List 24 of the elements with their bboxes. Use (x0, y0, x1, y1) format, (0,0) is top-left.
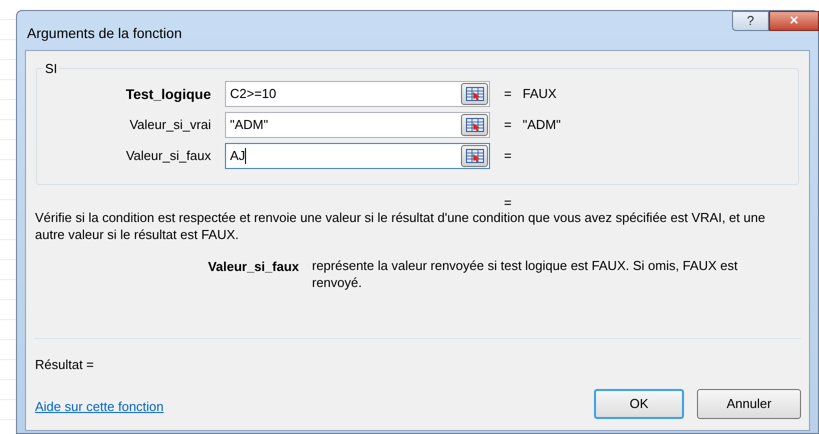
equals-sign: = (504, 116, 512, 134)
argument-label: Valeur_si_vrai (128, 116, 211, 134)
dialog-button[interactable]: Annuler (697, 389, 801, 419)
result-label: Résultat = (35, 356, 94, 374)
argument-label: Test_logique (124, 84, 211, 104)
range-select-button[interactable] (461, 83, 488, 105)
range-select-button[interactable] (461, 114, 488, 136)
argument-description: représente la valeur renvoyée si test logique est FAUX. Si omis, FAUX est renvoyé. (312, 257, 739, 291)
argument-label: Valeur_si_faux (124, 147, 211, 166)
argument-name: Valeur_si_faux (206, 258, 299, 276)
equals-sign: = (504, 85, 512, 104)
help-link[interactable]: Aide sur cette fonction (35, 397, 164, 416)
argument-result: FAUX (522, 85, 557, 104)
argument-field[interactable]: AJ (225, 143, 490, 169)
range-select-button[interactable] (461, 145, 488, 167)
function-description: Vérifie si la condition est respectée et renvoie une valeur si le résultat d'une condition que vous avez spécifiée est VRAI, et une autre valeur si le résultat est FAUX. (35, 209, 766, 243)
argument-field[interactable]: "ADM" (225, 112, 490, 138)
dialog-button[interactable]: OK (594, 389, 684, 419)
argument-result: "ADM" (522, 116, 561, 134)
equals-sign: = (504, 195, 512, 210)
window-title: Arguments de la fonction (27, 24, 182, 43)
help-button[interactable]: ? (732, 11, 769, 31)
argument-field[interactable]: C2>=10 (225, 81, 490, 107)
equals-sign: = (504, 147, 512, 166)
